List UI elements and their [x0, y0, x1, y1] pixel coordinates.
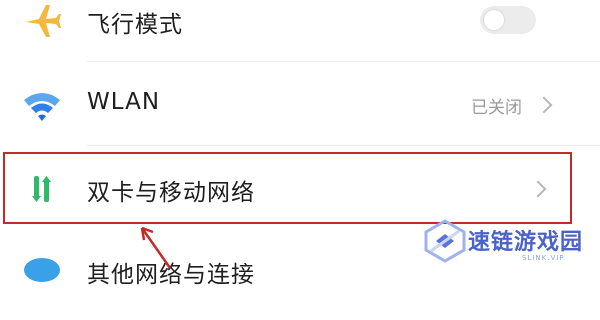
watermark-title: 速链游戏园	[468, 230, 584, 255]
airplane-mode-row[interactable]: 飞行模式	[0, 0, 600, 62]
wifi-icon	[22, 84, 62, 124]
wlan-row[interactable]: WLAN 已关闭	[0, 62, 600, 146]
watermark-subtitle: SLINK.VIP	[522, 254, 565, 262]
toggle-knob	[484, 10, 504, 30]
chevron-right-icon	[535, 96, 553, 114]
watermark: 速链游戏园 SLINK.VIP	[422, 218, 594, 268]
wlan-status: 已关闭	[471, 98, 522, 118]
highlight-box	[3, 152, 572, 224]
annotation-arrow	[140, 226, 172, 269]
airplane-mode-toggle[interactable]	[480, 6, 536, 34]
wlan-label: WLAN	[87, 89, 161, 115]
watermark-logo	[424, 219, 466, 263]
airplane-icon	[22, 0, 62, 40]
airplane-mode-label: 飞行模式	[87, 12, 183, 38]
network-icon	[22, 248, 62, 288]
